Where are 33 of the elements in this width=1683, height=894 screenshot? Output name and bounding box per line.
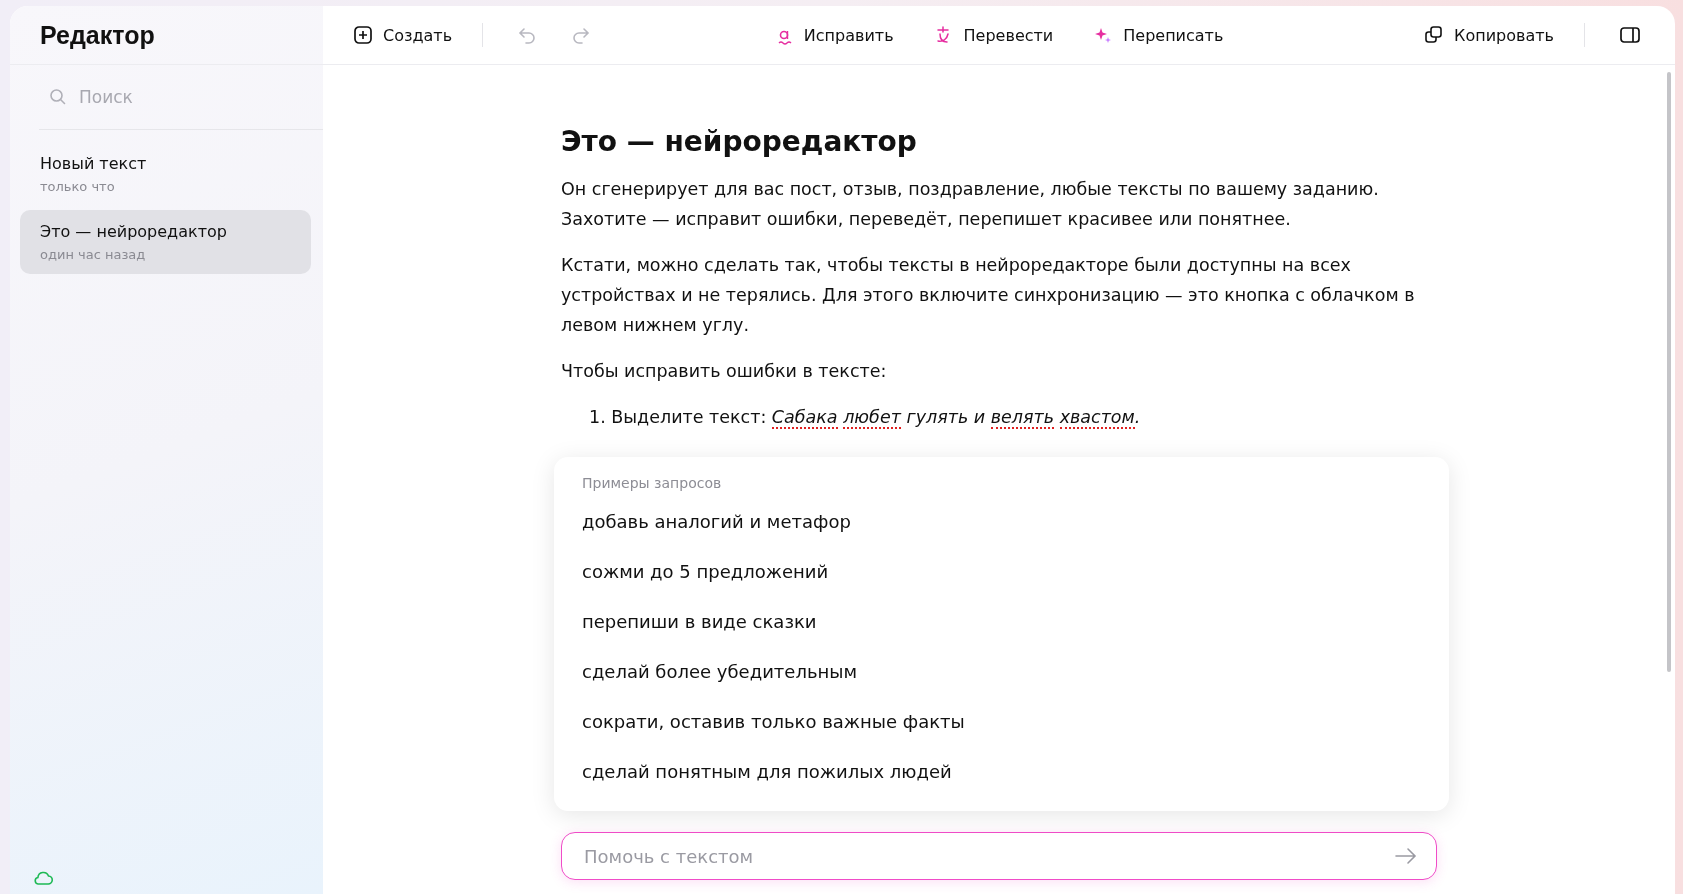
create-button[interactable]: Создать [345,19,461,51]
copy-icon [1424,25,1445,45]
paragraph: Чтобы исправить ошибки в тексте: [561,360,888,383]
paragraph: Он сгенерирует для вас пост, отзыв, поздравление, любые тексты по вашему заданию. Захотите — исправит ошибки, переведёт, перепишет красивее или понятнее. [561,178,1380,231]
cloud-icon[interactable] [32,870,54,886]
document-list-item[interactable]: Это — нейроредактор один час назад [20,210,311,274]
app-title: Редактор [40,20,155,50]
prompt-field[interactable]: Помочь с текстом [561,832,1437,880]
suggestions-heading: Примеры запросов [582,475,723,491]
document-title: Это — нейроредактор [561,125,918,158]
plus-square-icon [353,25,373,45]
scrollbar[interactable] [1667,72,1671,672]
document-list-item[interactable]: Новый текст только что [20,142,311,206]
sidebar-panel-icon [1619,26,1641,44]
translate-button[interactable]: Перевести [925,18,1062,52]
search-input[interactable]: Поиск [77,86,281,108]
suggestion-item[interactable]: перепиши в виде сказки [582,605,1421,655]
suggestion-item[interactable]: сделай более убедительным [582,655,1421,705]
suggestion-item[interactable]: добавь аналогий и метафор [582,505,1421,555]
suggestion-item[interactable]: сократи, оставив только важные факты [582,705,1421,755]
paragraph: Кстати, можно сделать так, чтобы тексты в нейроредакторе были доступны на всех устройствах и не терялись. Для этого включите синхронизацию — это кнопка с облачком в левом нижнем углу. [561,254,1416,337]
search-icon [49,88,67,106]
list-item: 1. Выделите текст: Сабака любет гулять и велять хвастом. [588,406,1142,431]
prompt-input[interactable]: Помочь с текстом [582,844,1394,868]
suggestion-item[interactable]: сделай понятным для пожилых людей [582,755,1421,805]
send-arrow-icon[interactable] [1394,847,1418,865]
rewrite-button[interactable]: Переписать [1085,18,1232,52]
redo-icon [571,25,592,45]
copy-button[interactable]: Копировать [1416,19,1562,51]
fix-button[interactable]: Исправить [767,18,902,52]
undo-icon [517,25,538,45]
suggestion-item[interactable]: сожми до 5 предложений [582,555,1421,605]
search-field[interactable]: Поиск [39,65,323,130]
